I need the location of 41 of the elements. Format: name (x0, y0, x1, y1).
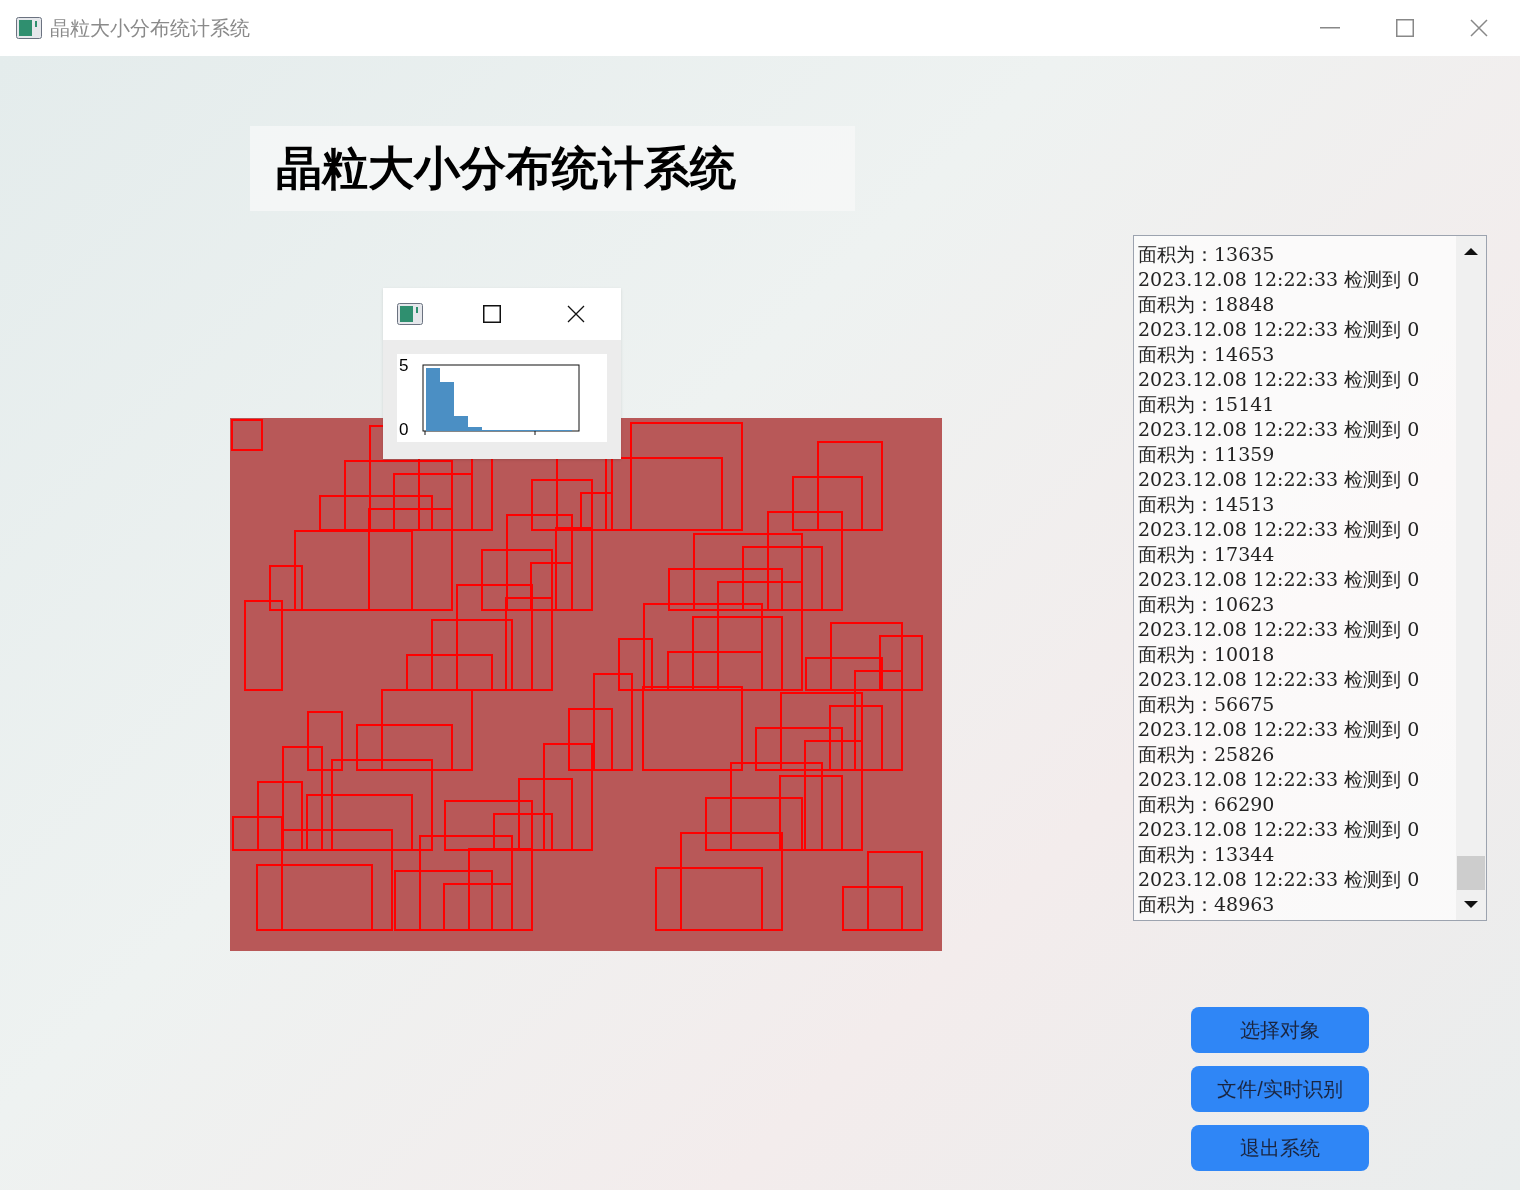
log-line: 面积为：56675 (1138, 692, 1276, 717)
log-line: 2023.12.08 12:22:33 检测到 0 (1138, 617, 1421, 642)
app-icon (16, 17, 42, 39)
log-line: 2023.12.08 12:22:33 检测到 0 (1138, 467, 1421, 492)
log-line: 2023.12.08 12:22:33 检测到 0 (1138, 667, 1421, 692)
log-line: 2023.12.08 12:22:33 检测到 0 (1138, 417, 1421, 442)
minimize-icon[interactable] (1320, 27, 1340, 29)
window-title: 晶粒大小分布统计系统 (50, 16, 250, 41)
log-line: 2023.12.08 12:22:33 检测到 0 (1138, 717, 1421, 742)
scrollbar[interactable] (1456, 236, 1486, 920)
log-line: 面积为：13635 (1138, 242, 1276, 267)
log-line: 2023.12.08 12:22:33 检测到 0 (1138, 867, 1421, 892)
log-line: 2023.12.08 12:22:33 检测到 0 (1138, 767, 1421, 792)
log-line: 面积为：48963 (1138, 892, 1276, 917)
log-line: 2023.12.08 12:22:33 检测到 0 (1138, 267, 1421, 292)
axis-tick-label: 5 (399, 356, 410, 376)
log-line: 2023.12.08 12:22:33 检测到 0 (1138, 367, 1421, 392)
log-line: 2023.12.08 12:22:33 检测到 0 (1138, 517, 1421, 542)
action-button[interactable]: 文件/实时识别 (1191, 1066, 1369, 1112)
axis-tick-label: 0 (399, 420, 410, 440)
app-heading: 晶粒大小分布统计系统 (276, 141, 736, 196)
log-line: 2023.12.08 12:22:33 检测到 0 (1138, 567, 1421, 592)
maximize-icon[interactable] (483, 305, 501, 323)
close-icon[interactable] (567, 305, 585, 323)
app-icon (397, 303, 423, 325)
log-line: 面积为：10623 (1138, 592, 1276, 617)
log-line: 面积为：18848 (1138, 292, 1276, 317)
log-line: 面积为：10018 (1138, 642, 1276, 667)
log-line: 2023.12.08 12:22:33 检测到 0 (1138, 317, 1421, 342)
log-line: 面积为：15141 (1138, 392, 1276, 417)
log-line: 面积为：25826 (1138, 742, 1276, 767)
log-line: 面积为：17344 (1138, 542, 1276, 567)
log-line: 面积为：66290 (1138, 792, 1276, 817)
log-line: 面积为：14513 (1138, 492, 1276, 517)
log-line: 2023.12.08 12:22:33 检测到 0 (1138, 817, 1421, 842)
action-button[interactable]: 退出系统 (1191, 1125, 1369, 1171)
log-line: 面积为：11359 (1138, 442, 1276, 467)
scroll-thumb[interactable] (1457, 856, 1485, 890)
log-line: 面积为：13344 (1138, 842, 1276, 867)
log-line: 面积为：14653 (1138, 342, 1276, 367)
action-button[interactable]: 选择对象 (1191, 1007, 1369, 1053)
